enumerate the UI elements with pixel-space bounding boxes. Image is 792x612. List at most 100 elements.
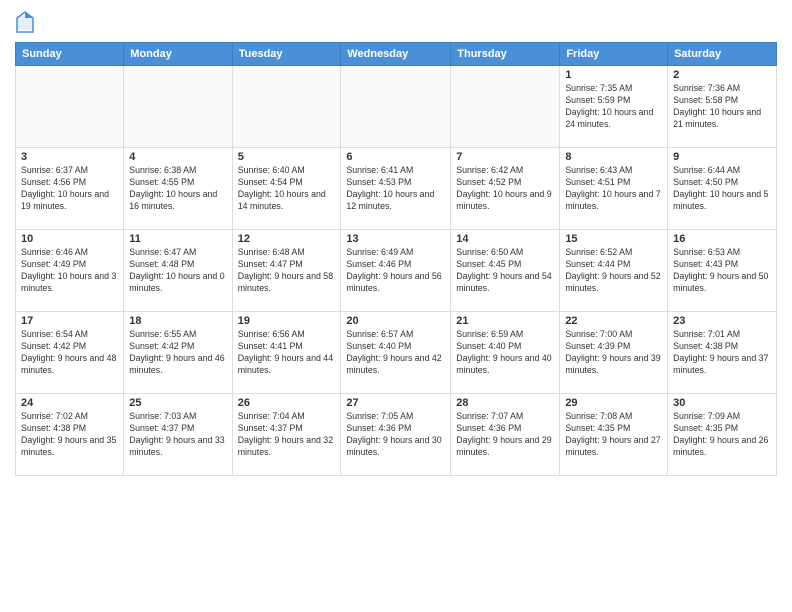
day-number: 27 — [346, 397, 445, 409]
calendar-cell: 3 Sunrise: 6:37 AMSunset: 4:56 PMDaylight… — [16, 148, 124, 230]
calendar-cell: 10Sunrise: 6:46 AMSunset: 4:49 PMDayligh… — [16, 230, 124, 312]
day-info: Sunrise: 6:47 AMSunset: 4:48 PMDaylight:… — [129, 247, 226, 295]
day-info: Sunrise: 6:42 AMSunset: 4:52 PMDaylight:… — [456, 165, 554, 213]
day-number: 15 — [565, 233, 662, 245]
calendar-cell: 6 Sunrise: 6:41 AMSunset: 4:53 PMDaylight… — [341, 148, 451, 230]
day-info: Sunrise: 6:38 AMSunset: 4:55 PMDaylight:… — [129, 165, 226, 213]
calendar-cell: 4 Sunrise: 6:38 AMSunset: 4:55 PMDaylight… — [124, 148, 232, 230]
calendar-cell: 7 Sunrise: 6:42 AMSunset: 4:52 PMDaylight… — [451, 148, 560, 230]
day-number: 25 — [129, 397, 226, 409]
day-info: Sunrise: 6:52 AMSunset: 4:44 PMDaylight:… — [565, 247, 662, 295]
calendar-cell: 5 Sunrise: 6:40 AMSunset: 4:54 PMDaylight… — [232, 148, 341, 230]
day-number: 6 — [346, 151, 445, 163]
day-number: 3 — [21, 151, 118, 163]
calendar-cell: 26Sunrise: 7:04 AMSunset: 4:37 PMDayligh… — [232, 394, 341, 476]
calendar-cell: 13 Sunrise: 6:49 AMSunset: 4:46 PMDayligh… — [341, 230, 451, 312]
day-info: Sunrise: 7:01 AMSunset: 4:38 PMDaylight:… — [673, 329, 771, 377]
day-info: Sunrise: 6:53 AMSunset: 4:43 PMDaylight:… — [673, 247, 771, 295]
calendar-cell: 21 Sunrise: 6:59 AMSunset: 4:40 PMDayligh… — [451, 312, 560, 394]
calendar-cell: 27 Sunrise: 7:05 AMSunset: 4:36 PMDayligh… — [341, 394, 451, 476]
day-number: 29 — [565, 397, 662, 409]
day-number: 30 — [673, 397, 771, 409]
logo-icon — [15, 10, 35, 34]
day-info: Sunrise: 7:02 AMSunset: 4:38 PMDaylight:… — [21, 411, 118, 459]
day-info: Sunrise: 7:08 AMSunset: 4:35 PMDaylight:… — [565, 411, 662, 459]
calendar-cell: 1 Sunrise: 7:35 AMSunset: 5:59 PMDaylight… — [560, 66, 668, 148]
calendar-cell: 2 Sunrise: 7:36 AMSunset: 5:58 PMDaylight… — [668, 66, 777, 148]
calendar-table: SundayMondayTuesdayWednesdayThursdayFrid… — [15, 42, 777, 476]
calendar-cell: 18Sunrise: 6:55 AMSunset: 4:42 PMDayligh… — [124, 312, 232, 394]
day-number: 7 — [456, 151, 554, 163]
calendar-cell: 28 Sunrise: 7:07 AMSunset: 4:36 PMDayligh… — [451, 394, 560, 476]
calendar-week-3: 10Sunrise: 6:46 AMSunset: 4:49 PMDayligh… — [16, 230, 777, 312]
day-number: 1 — [565, 69, 662, 81]
col-header-wednesday: Wednesday — [341, 43, 451, 66]
calendar-cell — [16, 66, 124, 148]
day-number: 8 — [565, 151, 662, 163]
day-info: Sunrise: 6:37 AMSunset: 4:56 PMDaylight:… — [21, 165, 118, 213]
day-info: Sunrise: 6:40 AMSunset: 4:54 PMDaylight:… — [238, 165, 336, 213]
day-info: Sunrise: 6:57 AMSunset: 4:40 PMDaylight:… — [346, 329, 445, 377]
day-info: Sunrise: 7:07 AMSunset: 4:36 PMDaylight:… — [456, 411, 554, 459]
day-info: Sunrise: 6:46 AMSunset: 4:49 PMDaylight:… — [21, 247, 118, 295]
calendar-cell: 29 Sunrise: 7:08 AMSunset: 4:35 PMDayligh… — [560, 394, 668, 476]
day-info: Sunrise: 6:50 AMSunset: 4:45 PMDaylight:… — [456, 247, 554, 295]
day-number: 14 — [456, 233, 554, 245]
day-info: Sunrise: 6:54 AMSunset: 4:42 PMDaylight:… — [21, 329, 118, 377]
day-info: Sunrise: 7:36 AMSunset: 5:58 PMDaylight:… — [673, 83, 771, 131]
day-number: 24 — [21, 397, 118, 409]
calendar-cell — [124, 66, 232, 148]
calendar-cell: 12Sunrise: 6:48 AMSunset: 4:47 PMDayligh… — [232, 230, 341, 312]
day-info: Sunrise: 7:35 AMSunset: 5:59 PMDaylight:… — [565, 83, 662, 131]
col-header-monday: Monday — [124, 43, 232, 66]
calendar-cell: 25 Sunrise: 7:03 AMSunset: 4:37 PMDayligh… — [124, 394, 232, 476]
calendar-cell: 22Sunrise: 7:00 AMSunset: 4:39 PMDayligh… — [560, 312, 668, 394]
calendar-cell: 9 Sunrise: 6:44 AMSunset: 4:50 PMDaylight… — [668, 148, 777, 230]
calendar-cell: 30 Sunrise: 7:09 AMSunset: 4:35 PMDayligh… — [668, 394, 777, 476]
calendar-cell: 20 Sunrise: 6:57 AMSunset: 4:40 PMDayligh… — [341, 312, 451, 394]
col-header-saturday: Saturday — [668, 43, 777, 66]
day-number: 21 — [456, 315, 554, 327]
day-number: 13 — [346, 233, 445, 245]
calendar-week-1: 1 Sunrise: 7:35 AMSunset: 5:59 PMDaylight… — [16, 66, 777, 148]
calendar-cell: 19 Sunrise: 6:56 AMSunset: 4:41 PMDayligh… — [232, 312, 341, 394]
calendar-cell: 8 Sunrise: 6:43 AMSunset: 4:51 PMDaylight… — [560, 148, 668, 230]
day-info: Sunrise: 6:41 AMSunset: 4:53 PMDaylight:… — [346, 165, 445, 213]
calendar-cell: 11 Sunrise: 6:47 AMSunset: 4:48 PMDayligh… — [124, 230, 232, 312]
calendar-cell — [451, 66, 560, 148]
page: SundayMondayTuesdayWednesdayThursdayFrid… — [0, 0, 792, 612]
calendar-cell: 17 Sunrise: 6:54 AMSunset: 4:42 PMDayligh… — [16, 312, 124, 394]
day-number: 20 — [346, 315, 445, 327]
col-header-tuesday: Tuesday — [232, 43, 341, 66]
day-number: 18 — [129, 315, 226, 327]
day-number: 9 — [673, 151, 771, 163]
day-number: 4 — [129, 151, 226, 163]
day-number: 19 — [238, 315, 336, 327]
day-number: 2 — [673, 69, 771, 81]
day-info: Sunrise: 6:59 AMSunset: 4:40 PMDaylight:… — [456, 329, 554, 377]
day-info: Sunrise: 6:49 AMSunset: 4:46 PMDaylight:… — [346, 247, 445, 295]
day-info: Sunrise: 6:43 AMSunset: 4:51 PMDaylight:… — [565, 165, 662, 213]
calendar-week-5: 24 Sunrise: 7:02 AMSunset: 4:38 PMDayligh… — [16, 394, 777, 476]
calendar-header-row: SundayMondayTuesdayWednesdayThursdayFrid… — [16, 43, 777, 66]
day-info: Sunrise: 6:44 AMSunset: 4:50 PMDaylight:… — [673, 165, 771, 213]
day-number: 26 — [238, 397, 336, 409]
calendar-week-2: 3 Sunrise: 6:37 AMSunset: 4:56 PMDaylight… — [16, 148, 777, 230]
day-number: 28 — [456, 397, 554, 409]
day-info: Sunrise: 7:00 AMSunset: 4:39 PMDaylight:… — [565, 329, 662, 377]
calendar-week-4: 17 Sunrise: 6:54 AMSunset: 4:42 PMDayligh… — [16, 312, 777, 394]
day-number: 11 — [129, 233, 226, 245]
day-info: Sunrise: 7:05 AMSunset: 4:36 PMDaylight:… — [346, 411, 445, 459]
day-info: Sunrise: 7:03 AMSunset: 4:37 PMDaylight:… — [129, 411, 226, 459]
day-number: 16 — [673, 233, 771, 245]
day-number: 5 — [238, 151, 336, 163]
header — [15, 10, 777, 34]
calendar-cell: 23 Sunrise: 7:01 AMSunset: 4:38 PMDayligh… — [668, 312, 777, 394]
calendar-cell — [341, 66, 451, 148]
calendar-cell: 16 Sunrise: 6:53 AMSunset: 4:43 PMDayligh… — [668, 230, 777, 312]
day-info: Sunrise: 7:09 AMSunset: 4:35 PMDaylight:… — [673, 411, 771, 459]
day-info: Sunrise: 6:56 AMSunset: 4:41 PMDaylight:… — [238, 329, 336, 377]
day-number: 17 — [21, 315, 118, 327]
day-number: 23 — [673, 315, 771, 327]
calendar-cell — [232, 66, 341, 148]
